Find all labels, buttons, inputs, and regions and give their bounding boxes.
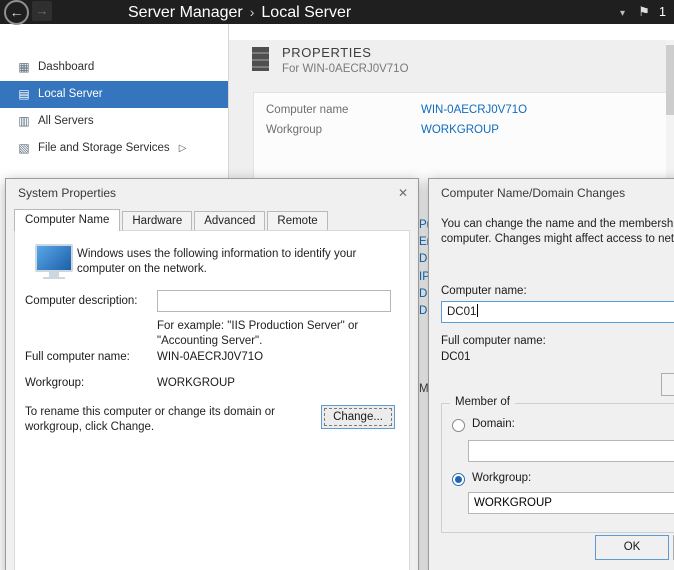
back-button[interactable]: ← — [4, 0, 29, 25]
domain-radio[interactable] — [452, 419, 465, 432]
workgroup-value: WORKGROUP — [157, 377, 235, 389]
file-storage-icon: ▧ — [14, 135, 34, 162]
property-row: Workgroup WORKGROUP — [254, 120, 668, 140]
change-button[interactable]: Change... — [321, 405, 395, 429]
properties-heading: PROPERTIES — [282, 45, 372, 60]
intro-text: You can change the name and the membersh… — [441, 217, 674, 247]
full-computer-name-label: Full computer name: — [25, 351, 130, 363]
close-icon[interactable]: ✕ — [394, 184, 412, 202]
chevron-down-icon[interactable]: ▾ — [620, 8, 625, 19]
workgroup-radio[interactable] — [452, 473, 465, 486]
member-of-label: Member of — [450, 396, 515, 408]
server-icon — [252, 47, 269, 71]
all-servers-icon: ▥ — [14, 108, 34, 135]
notification-count: 1 — [659, 5, 666, 19]
workgroup-radio-label: Workgroup: — [472, 472, 531, 484]
dashboard-icon: ▦ — [14, 54, 34, 81]
breadcrumb: Server Manager›Local Server — [128, 0, 351, 24]
dialog-title: Computer Name/Domain Changes — [441, 186, 625, 200]
scrollbar-thumb[interactable] — [666, 45, 674, 115]
intro-line-2: computer. Changes might affect access to… — [441, 232, 674, 247]
app-title: Server Manager — [128, 4, 243, 21]
expand-chevron-icon: ▷ — [179, 143, 187, 154]
sidebar-item-dashboard[interactable]: ▦ Dashboard — [0, 54, 228, 81]
server-manager-window: ← → Server Manager›Local Server ▾ ⚑ 1 ▦ … — [0, 0, 674, 570]
titlebar: ← → Server Manager›Local Server ▾ ⚑ 1 — [0, 0, 674, 24]
tab-advanced[interactable]: Advanced — [194, 211, 265, 230]
sidebar-item-label: All Servers — [38, 108, 94, 135]
sidebar-item-label: Dashboard — [38, 54, 94, 81]
property-value-link[interactable]: WORKGROUP — [421, 120, 499, 140]
property-label: Workgroup — [266, 120, 322, 140]
workgroup-input[interactable] — [468, 492, 674, 514]
intro-line-1: You can change the name and the membersh… — [441, 217, 674, 232]
full-computer-name-value: WIN-0AECRJ0V71O — [157, 351, 263, 363]
computer-name-input-value: DC01 — [447, 306, 476, 318]
workgroup-label: Workgroup: — [25, 377, 84, 389]
description-example-text: For example: "IIS Production Server" or … — [157, 319, 373, 349]
rename-instruction-text: To rename this computer or change its do… — [25, 405, 287, 435]
sidebar-item-file-storage-services[interactable]: ▧ File and Storage Services▷ — [0, 135, 228, 162]
forward-button[interactable]: → — [32, 1, 52, 21]
properties-subheading: For WIN-0AECRJ0V71O — [282, 63, 409, 75]
computer-name-domain-changes-dialog: Computer Name/Domain Changes You can cha… — [428, 178, 674, 570]
full-computer-name-label: Full computer name: — [441, 335, 546, 347]
back-arrow-icon: ← — [10, 4, 24, 20]
computer-name-label: Computer name: — [441, 285, 527, 297]
local-server-icon: ▤ — [14, 81, 34, 108]
sidebar-item-local-server[interactable]: ▤ Local Server — [0, 81, 228, 108]
computer-name-input[interactable]: DC01 — [441, 301, 674, 323]
property-label: Computer name — [266, 100, 348, 120]
notification-flag-icon[interactable]: ⚑ — [638, 4, 650, 19]
tab-hardware[interactable]: Hardware — [122, 211, 192, 230]
domain-radio-label: Domain: — [472, 418, 515, 430]
properties-rows: Computer name WIN-0AECRJ0V71O Workgroup … — [254, 100, 668, 140]
sidebar-item-all-servers[interactable]: ▥ All Servers — [0, 108, 228, 135]
more-button-clipped[interactable] — [661, 373, 674, 396]
text-cursor — [477, 304, 478, 317]
member-of-group: Member of Domain: Workgroup: — [441, 403, 674, 533]
computer-name-tab-page: Windows uses the following information t… — [14, 230, 410, 570]
computer-description-input[interactable] — [157, 290, 391, 312]
breadcrumb-separator-icon: › — [243, 4, 262, 20]
property-row: Computer name WIN-0AECRJ0V71O — [254, 100, 668, 120]
forward-arrow-icon: → — [36, 3, 49, 18]
tab-remote[interactable]: Remote — [267, 211, 327, 230]
intro-text: Windows uses the following information t… — [77, 247, 399, 277]
dialog-title: System Properties — [18, 186, 116, 200]
domain-input[interactable] — [468, 440, 674, 462]
computer-description-label: Computer description: — [25, 295, 138, 307]
full-computer-name-value: DC01 — [441, 351, 470, 363]
titlebar-right-cluster: ▾ ⚑ 1 — [620, 0, 666, 24]
breadcrumb-section[interactable]: Local Server — [261, 4, 351, 21]
system-properties-tabs: Computer Name Hardware Advanced Remote — [14, 209, 330, 230]
tab-computer-name[interactable]: Computer Name — [14, 209, 120, 231]
property-value-link[interactable]: WIN-0AECRJ0V71O — [421, 100, 527, 120]
sidebar-nav: ▦ Dashboard ▤ Local Server ▥ All Servers… — [0, 54, 228, 162]
ok-button[interactable]: OK — [595, 535, 669, 560]
system-properties-dialog: System Properties ✕ Computer Name Hardwa… — [5, 178, 419, 570]
sidebar-item-label: File and Storage Services▷ — [38, 135, 186, 162]
computer-monitor-icon — [35, 244, 73, 272]
sidebar-item-label: Local Server — [38, 81, 103, 108]
